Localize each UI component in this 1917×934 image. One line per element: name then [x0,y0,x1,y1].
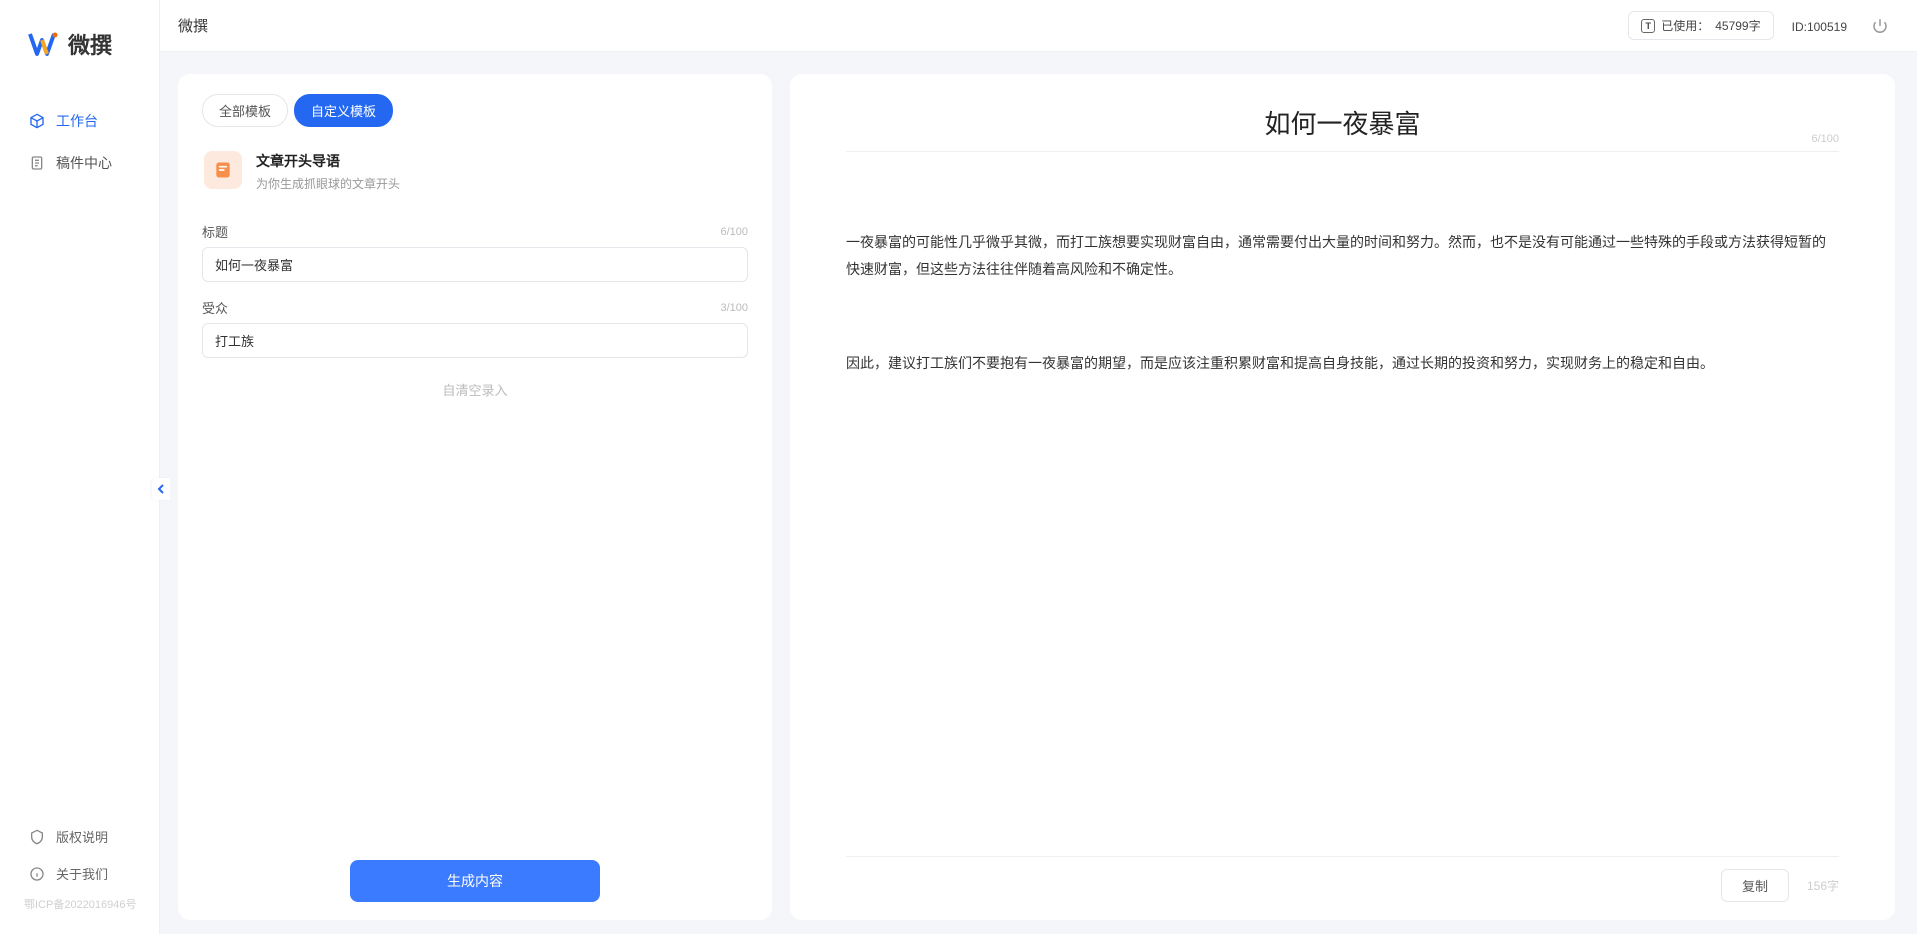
field-title-counter: 6/100 [720,226,748,238]
cube-icon [28,112,46,130]
panel-right: 如何一夜暴富 6/100 一夜暴富的可能性几乎微乎其微，而打工族想要实现财富自由… [790,74,1895,920]
output-body: 一夜暴富的可能性几乎微乎其微，而打工族想要实现财富自由，通常需要付出大量的时间和… [846,152,1839,443]
template-desc: 为你生成抓眼球的文章开头 [256,175,400,192]
template-icon [204,151,242,189]
shield-icon [28,828,46,846]
field-audience-counter: 3/100 [720,302,748,314]
clear-inputs-link[interactable]: 自清空录入 [202,380,748,399]
output-paragraph: 一夜暴富的可能性几乎微乎其微，而打工族想要实现财富自由，通常需要付出大量的时间和… [846,229,1839,282]
nav-label: 版权说明 [56,827,108,846]
template-title: 文章开头导语 [256,151,400,171]
id-value: 100519 [1807,20,1847,34]
template-tabs: 全部模板 自定义模板 [202,94,748,127]
copy-button[interactable]: 复制 [1721,869,1789,902]
field-audience-label: 受众 [202,298,228,317]
panel-right-footer: 复制 156字 [846,856,1839,902]
generate-button[interactable]: 生成内容 [350,860,600,902]
header: 微撰 T 已使用： 45799字 ID:100519 [160,0,1917,52]
nav-item-workbench[interactable]: 工作台 [0,100,159,142]
panel-left: 全部模板 自定义模板 文章开头导语 为你生成抓眼球的文章开头 标题 6/ [178,74,772,920]
user-id: ID:100519 [1792,18,1847,34]
template-text: 文章开头导语 为你生成抓眼球的文章开头 [256,151,400,192]
sidebar-collapse-toggle[interactable] [152,478,170,500]
audience-input[interactable] [202,323,748,358]
usage-value: 45799字 [1715,17,1760,34]
tab-custom-templates[interactable]: 自定义模板 [294,94,393,127]
logo-text: 微撰 [68,28,112,60]
field-audience: 受众 3/100 [202,298,748,358]
nav-item-drafts[interactable]: 稿件中心 [0,142,159,184]
logout-button[interactable] [1865,11,1895,41]
output-title-count: 6/100 [1811,133,1839,145]
nav-label: 工作台 [56,111,98,131]
output-char-count: 156字 [1807,877,1839,894]
page-title: 微撰 [178,15,208,36]
title-input[interactable] [202,247,748,282]
content: 全部模板 自定义模板 文章开头导语 为你生成抓眼球的文章开头 标题 6/ [160,52,1917,934]
nav-main: 工作台 稿件中心 [0,80,159,818]
nav-item-about[interactable]: 关于我们 [0,855,159,892]
icp-text: 鄂ICP备2022016946号 [0,892,159,920]
usage-badge[interactable]: T 已使用： 45799字 [1628,11,1773,40]
field-title: 标题 6/100 [202,222,748,282]
nav-item-copyright[interactable]: 版权说明 [0,818,159,855]
main: 微撰 T 已使用： 45799字 ID:100519 全部模板 [160,0,1917,934]
header-right: T 已使用： 45799字 ID:100519 [1628,11,1895,41]
output-paragraph: 因此，建议打工族们不要抱有一夜暴富的期望，而是应该注重积累财富和提高自身技能，通… [846,350,1839,377]
usage-label: 已使用： [1661,17,1709,34]
sidebar: 微撰 工作台 稿件中心 版权说明 [0,0,160,934]
id-label: ID: [1792,20,1807,34]
sidebar-bottom: 版权说明 关于我们 鄂ICP备2022016946号 [0,818,159,934]
output-title-row: 如何一夜暴富 6/100 [846,104,1839,152]
field-title-label: 标题 [202,222,228,241]
document-icon [28,154,46,172]
logo-mark-icon [28,28,60,60]
nav-label: 关于我们 [56,864,108,883]
text-usage-icon: T [1641,19,1655,33]
info-icon [28,865,46,883]
nav-label: 稿件中心 [56,153,112,173]
template-card: 文章开头导语 为你生成抓眼球的文章开头 [202,145,748,206]
tab-all-templates[interactable]: 全部模板 [202,94,288,127]
output-title: 如何一夜暴富 [846,104,1839,151]
logo: 微撰 [0,0,159,80]
panel-left-footer: 生成内容 [202,840,748,902]
